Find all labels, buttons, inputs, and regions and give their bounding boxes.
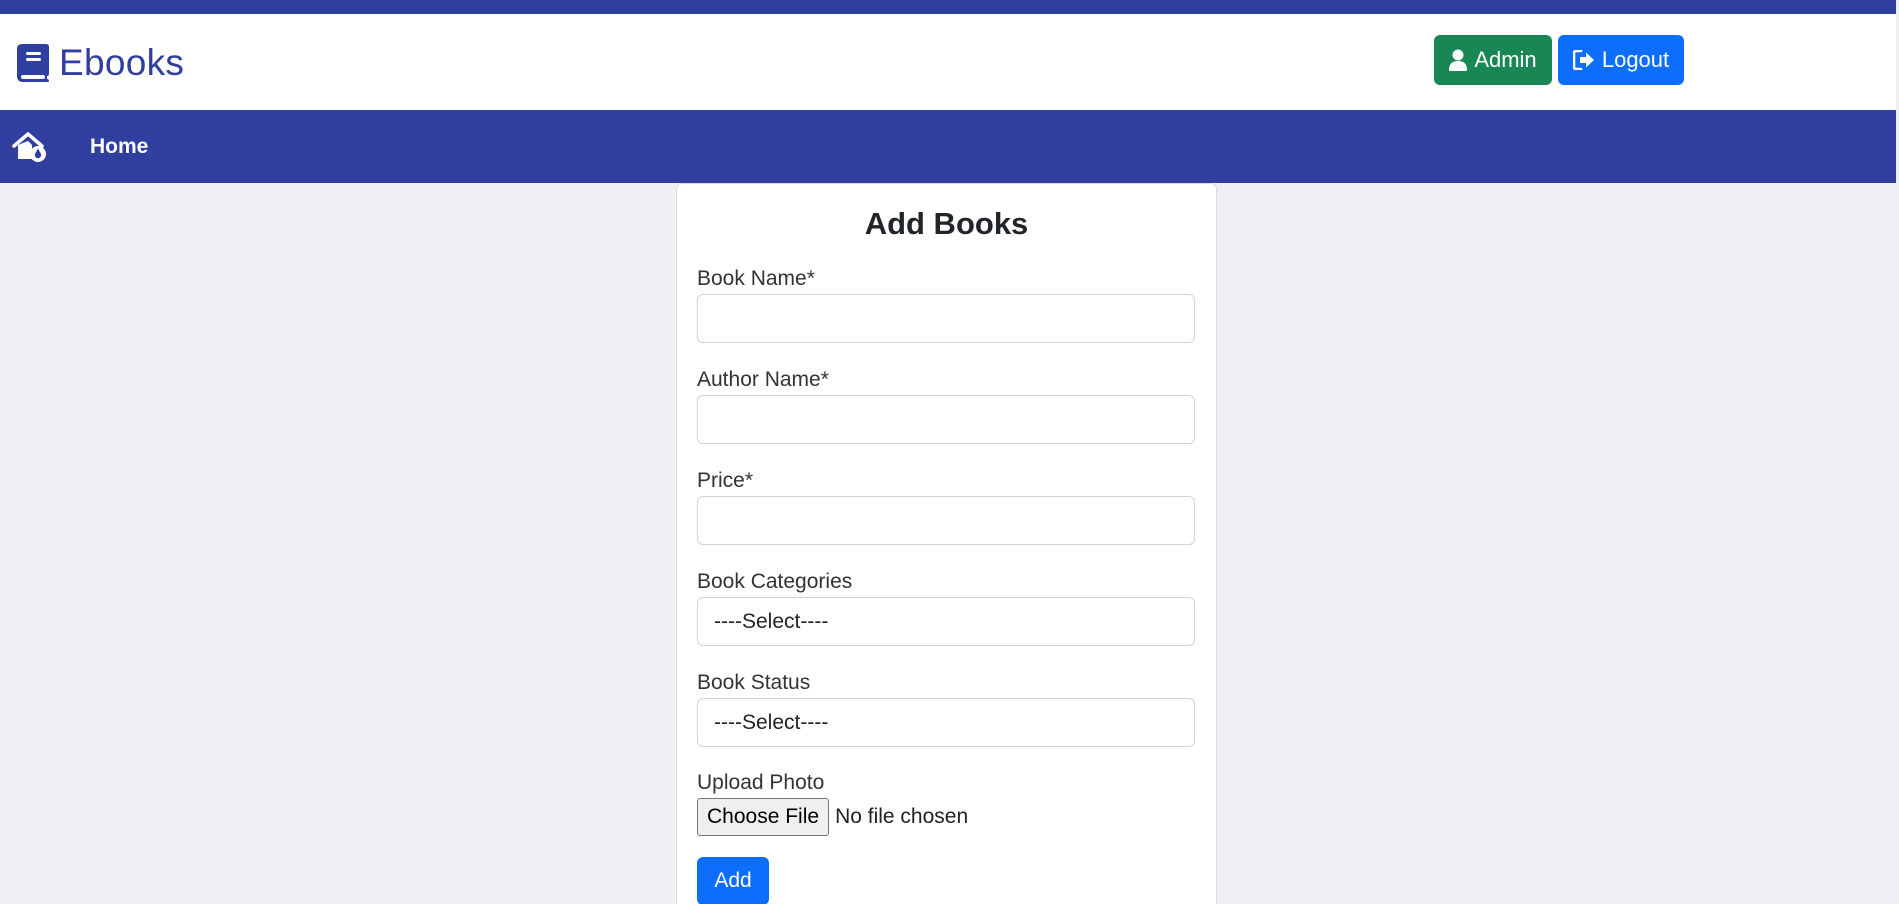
book-name-label: Book Name* bbox=[697, 267, 815, 290]
book-categories-label: Book Categories bbox=[697, 570, 853, 593]
user-icon bbox=[1449, 49, 1468, 71]
book-name-input[interactable] bbox=[697, 294, 1195, 343]
page: Ebooks Admin Logout Home Add Books Book … bbox=[0, 0, 1899, 904]
book-icon bbox=[17, 44, 49, 82]
admin-button[interactable]: Admin bbox=[1434, 35, 1552, 85]
add-button[interactable]: Add bbox=[697, 857, 769, 904]
brand-name: Ebooks bbox=[59, 42, 185, 83]
author-name-label: Author Name* bbox=[697, 368, 829, 391]
home-icon[interactable] bbox=[12, 132, 48, 162]
form-title: Add Books bbox=[864, 206, 1029, 241]
header: Ebooks Admin Logout bbox=[0, 14, 1896, 110]
price-label: Price* bbox=[697, 469, 754, 492]
book-status-label: Book Status bbox=[697, 671, 811, 694]
book-status-selected: ----Select---- bbox=[714, 710, 829, 734]
author-name-input[interactable] bbox=[697, 395, 1195, 444]
upload-photo-label: Upload Photo bbox=[697, 771, 825, 794]
logout-button[interactable]: Logout bbox=[1558, 35, 1684, 85]
file-status-text: No file chosen bbox=[835, 805, 969, 828]
logout-button-label: Logout bbox=[1601, 47, 1670, 72]
navbar: Home bbox=[0, 110, 1896, 183]
add-books-card: Add Books Book Name* Author Name* Price*… bbox=[676, 183, 1217, 904]
choose-file-button[interactable]: Choose File bbox=[697, 798, 830, 836]
price-input[interactable] bbox=[697, 496, 1195, 545]
top-accent-strip bbox=[0, 0, 1896, 14]
admin-button-label: Admin bbox=[1474, 47, 1537, 72]
brand-logo[interactable]: Ebooks bbox=[17, 39, 184, 87]
nav-home-link[interactable]: Home bbox=[90, 110, 148, 183]
sign-out-icon bbox=[1572, 50, 1595, 70]
book-categories-select[interactable]: ----Select---- bbox=[697, 597, 1195, 646]
book-status-select[interactable]: ----Select---- bbox=[697, 698, 1195, 747]
book-categories-selected: ----Select---- bbox=[714, 609, 829, 633]
file-input: Choose File No file chosen bbox=[697, 798, 968, 836]
